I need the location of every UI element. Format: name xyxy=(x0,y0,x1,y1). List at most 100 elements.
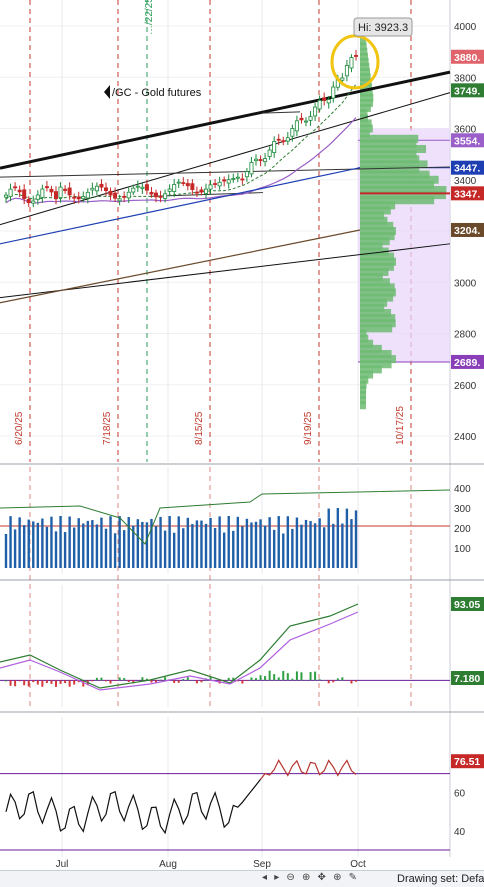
volume-bar xyxy=(87,521,89,568)
date-marker-label: 7/18/25 xyxy=(102,411,113,445)
volume-bar xyxy=(9,516,11,568)
x-axis-month-label: Jul xyxy=(56,859,69,870)
volume-bar xyxy=(196,520,198,568)
volume-bar xyxy=(346,509,348,568)
candle-body xyxy=(195,192,198,193)
volume-bar xyxy=(305,520,307,568)
rsi-label-text: 76.51 xyxy=(454,756,480,768)
zoom-pan-buttons[interactable]: ◂ ▸ ⊖ ⊕ ✥ ⊕ ✎ xyxy=(262,872,359,883)
volume-bar xyxy=(232,531,234,568)
candle-body xyxy=(223,180,226,181)
volume-bar xyxy=(282,534,284,568)
candle-body xyxy=(354,55,357,56)
candle-body xyxy=(218,182,221,186)
histogram-bar xyxy=(314,672,316,681)
candle-body xyxy=(154,193,157,197)
histogram-bar xyxy=(19,680,21,681)
volume-bar xyxy=(178,516,180,568)
volume-tick-label: 400 xyxy=(454,484,471,495)
histogram-bar xyxy=(37,680,39,684)
price-tick-label: 3800 xyxy=(454,73,477,84)
candle-body xyxy=(191,184,194,190)
candle-body xyxy=(104,188,107,191)
volume-bar xyxy=(41,519,43,568)
volume-bar xyxy=(264,526,266,568)
volume-bar xyxy=(50,517,52,568)
volume-bar xyxy=(64,532,66,568)
histogram-bar xyxy=(355,680,357,681)
candle-body xyxy=(4,195,7,197)
volume-bar xyxy=(332,524,334,568)
candle-body xyxy=(159,196,162,197)
histogram-bar xyxy=(41,680,43,686)
price-label-text: 3447. xyxy=(454,163,480,175)
price-tick-label: 3000 xyxy=(454,278,477,289)
candle-body xyxy=(232,178,235,179)
histogram-bar xyxy=(246,680,248,681)
volume-bar xyxy=(123,530,125,568)
histogram-bar xyxy=(250,677,252,680)
candle-body xyxy=(241,179,244,180)
volume-bar xyxy=(291,529,293,568)
volume-bar xyxy=(355,510,357,568)
candle-body xyxy=(263,159,266,162)
histogram-bar xyxy=(228,678,230,680)
candle-body xyxy=(113,193,116,198)
candle-body xyxy=(127,192,130,198)
volume-bar xyxy=(141,522,143,568)
histogram-bar xyxy=(255,678,257,680)
volume-bar xyxy=(278,516,280,568)
hi-annotation-label: Hi: 3923.3 xyxy=(358,22,408,34)
candle-body xyxy=(295,121,298,131)
histogram-bar xyxy=(28,680,30,686)
candle-body xyxy=(268,150,271,156)
candle-body xyxy=(227,180,230,183)
candle-body xyxy=(59,187,62,198)
histogram-bar xyxy=(332,680,334,682)
histogram-bar xyxy=(278,677,280,680)
volume-bar xyxy=(37,523,39,568)
candle-body xyxy=(209,185,212,189)
candle-body xyxy=(136,186,139,187)
footer-bar: ◂ ▸ ⊖ ⊕ ✥ ⊕ ✎ Drawing set: Defa xyxy=(0,870,484,887)
candle-body xyxy=(318,100,321,109)
volume-bar xyxy=(214,528,216,568)
candle-body xyxy=(168,189,171,191)
rsi-tick-label: 60 xyxy=(454,789,466,800)
rsi-tick-label: 40 xyxy=(454,827,466,838)
date-marker-label: 6/20/25 xyxy=(14,411,25,445)
volume-bar xyxy=(341,524,343,568)
oscillator-panel[interactable] xyxy=(0,585,450,707)
volume-bar xyxy=(241,526,243,568)
candle-body xyxy=(245,172,248,177)
candle-body xyxy=(313,107,316,116)
volume-bar xyxy=(164,531,166,568)
candle-body xyxy=(41,189,44,197)
chart-area[interactable]: 400038003600340032003000280026002400JulA… xyxy=(0,0,484,886)
volume-bar xyxy=(309,521,311,568)
rsi-panel[interactable] xyxy=(0,717,450,857)
candle-body xyxy=(350,58,353,68)
earnings-marker-label: …/22/25 xyxy=(144,0,155,35)
price-label-text: 3204. xyxy=(454,225,480,237)
volume-bar xyxy=(191,524,193,568)
candle-body xyxy=(145,185,148,191)
candle-body xyxy=(200,190,203,192)
histogram-bar xyxy=(291,679,293,681)
date-marker-label: 8/15/25 xyxy=(194,411,205,445)
candle-body xyxy=(282,141,285,142)
volume-bar xyxy=(328,509,330,568)
volume-bar xyxy=(5,534,7,568)
candle-body xyxy=(54,192,57,199)
drawing-set-label[interactable]: Drawing set: Defa xyxy=(397,873,484,885)
candle-body xyxy=(13,187,16,188)
histogram-bar xyxy=(328,680,330,683)
volume-bar xyxy=(300,525,302,568)
volume-bar xyxy=(105,529,107,568)
volume-bar xyxy=(59,516,61,568)
histogram-bar xyxy=(150,680,152,682)
volume-bar xyxy=(228,516,230,568)
histogram-bar xyxy=(69,680,71,686)
histogram-bar xyxy=(260,675,262,680)
volume-bar xyxy=(46,527,48,568)
